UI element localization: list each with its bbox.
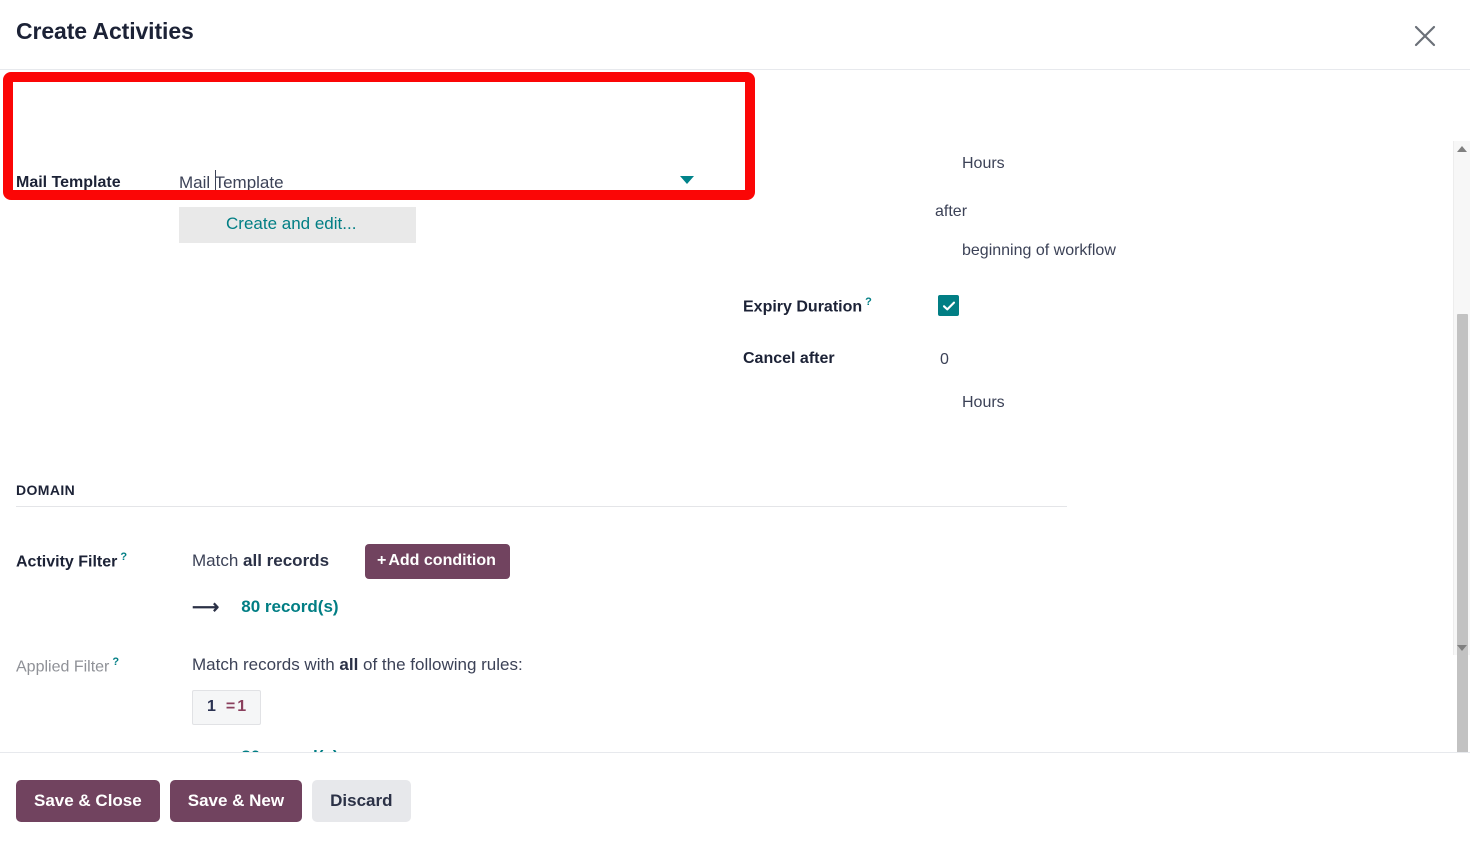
expiry-duration-label-text: Expiry Duration [743,298,863,316]
activity-filter-record-count[interactable]: 80 record(s) [241,597,338,617]
close-button[interactable] [1405,16,1445,56]
mail-template-field: Create and edit... [179,168,696,243]
save-and-new-button[interactable]: Save & New [169,779,303,822]
help-icon-expiry-duration[interactable]: ? [865,296,872,308]
delay-unit-value: Hours [962,155,1005,172]
help-icon-applied-filter[interactable]: ? [112,656,119,668]
create-activities-dialog: Create Activities Mail Template Create a [0,0,1470,848]
mail-template-dropdown: Create and edit... [179,201,416,243]
trigger-value: beginning of workflow [962,242,1116,259]
cancel-after-label: Cancel after [743,350,835,367]
applied-filter-label-text: Applied Filter [16,658,110,676]
add-condition-button[interactable]: + Add condition [365,544,510,579]
mail-template-input[interactable] [179,168,659,198]
cancel-after-unit: Hours [962,394,1005,411]
scrollbar-thumb[interactable] [1457,314,1468,752]
domain-section-title: DOMAIN [16,482,76,498]
activity-filter-match-text: Match all records [192,551,329,571]
mail-template-input-line [179,168,696,200]
applied-filter-record-count[interactable]: 80 record(s) [241,747,338,752]
rule-value: 1 [237,698,247,715]
dialog-header: Create Activities [0,0,1470,70]
dropdown-item-create-and-edit[interactable]: Create and edit... [179,207,416,243]
scroll-down-button[interactable] [1454,640,1470,655]
discard-button[interactable]: Discard [312,779,411,822]
add-condition-label: Add condition [388,552,496,569]
arrow-right-icon: ⟶ [192,748,219,753]
expiry-duration-label: Expiry Duration? [743,296,872,316]
rule-field: 1 [207,698,216,715]
filter-rule-chip[interactable]: 1 = 1 [192,690,262,725]
match-prefix: Match [192,551,239,570]
vertical-scrollbar[interactable] [1453,141,1470,752]
help-icon-activity-filter[interactable]: ? [120,551,127,563]
save-and-close-button[interactable]: Save & Close [16,779,160,822]
applied-filter-records-row: ⟶ 80 record(s) [192,747,339,752]
expiry-duration-checkbox[interactable] [938,295,959,316]
chevron-down-icon [1457,644,1467,651]
arrow-right-icon: ⟶ [192,596,220,618]
form-sheet: Mail Template Create and edit... Hours a… [0,70,1470,752]
match-strong: all records [243,551,330,570]
page-title: Create Activities [16,18,194,44]
dialog-body: Mail Template Create and edit... Hours a… [0,70,1470,752]
applied-match-strong: all [339,655,359,674]
activity-filter-label: Activity Filter? [16,551,127,571]
chevron-up-icon [1457,145,1467,152]
activity-filter-records-row: ⟶ 80 record(s) [192,597,339,617]
check-icon [942,299,956,313]
cancel-after-value[interactable]: 0 [940,351,949,369]
chevron-down-icon[interactable] [680,176,694,184]
dialog-footer: Save & Close Save & New Discard [0,752,1470,848]
mail-template-label: Mail Template [16,174,121,191]
activity-filter-label-text: Activity Filter [16,553,118,571]
close-icon [1412,23,1438,49]
applied-match-text-2: of the following rules: [358,655,523,674]
applied-filter-match-text: Match records with all of the following … [192,655,523,675]
applied-match-text-1: Match records with [192,655,340,674]
applied-filter-label: Applied Filter? [16,656,119,676]
rule-operator: = [225,698,236,715]
scroll-up-button[interactable] [1454,141,1470,156]
delay-after-label: after [935,203,968,220]
domain-section-divider [16,506,1067,507]
text-cursor [215,170,216,195]
plus-icon: + [377,552,387,569]
